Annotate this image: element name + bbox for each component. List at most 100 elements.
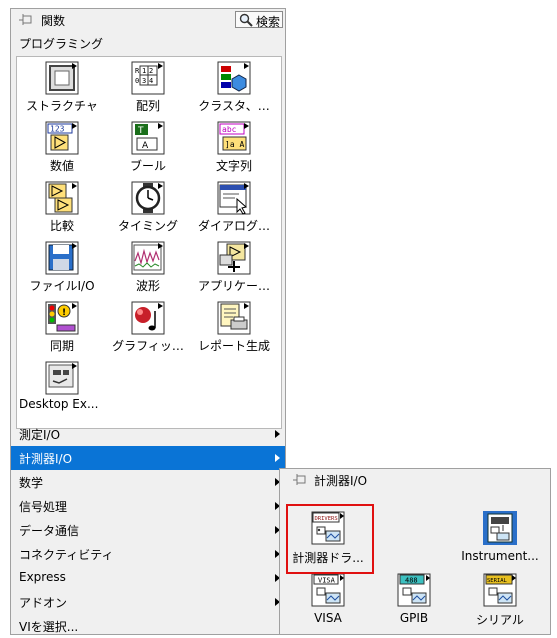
synchronization-icon: ! [45, 301, 79, 335]
svg-text:488: 488 [405, 577, 418, 585]
category-label: 測定I/O [19, 428, 61, 442]
item-label: ブール [129, 159, 166, 173]
pin-icon[interactable] [292, 473, 308, 487]
svg-text:0: 0 [135, 77, 139, 85]
item-label: Desktop Ex... [19, 397, 99, 411]
palette-item-string[interactable]: abc ]a A 文字列 [191, 119, 277, 177]
palette-item-synchronization[interactable]: ! 同期 [19, 299, 105, 357]
subpalette-item-gpib[interactable]: 488 GPIB [371, 571, 457, 631]
palette-item-cluster[interactable]: クラスタ、… [191, 59, 277, 117]
palette-item-application-control[interactable]: アプリケー… [191, 239, 277, 297]
serial-icon: SERIAL [483, 573, 517, 607]
palette-item-structures[interactable]: ストラクチャ [19, 59, 105, 117]
category-select-vi[interactable]: VIを選択... [11, 614, 285, 638]
cluster-icon [217, 61, 251, 95]
programming-icon-grid: ストラクチャ R12340 配列 クラスタ、… 123 数値 TA ブール ab… [16, 56, 282, 429]
palette-item-waveform[interactable]: 波形 [105, 239, 191, 297]
category-label: 信号処理 [19, 500, 68, 514]
item-label: 比較 [49, 219, 74, 233]
svg-text:T: T [137, 126, 144, 136]
submenu-arrow-icon [275, 454, 280, 462]
category-label: VIを選択... [19, 620, 79, 634]
category-mathematics[interactable]: 数学 [11, 470, 285, 494]
palette-item-boolean[interactable]: TA ブール [105, 119, 191, 177]
item-label: 文字列 [215, 159, 252, 173]
item-label: レポート生成 [197, 339, 270, 353]
svg-text:VISA: VISA [318, 577, 336, 585]
item-label: クラスタ、… [198, 99, 270, 113]
application-control-icon [217, 241, 251, 275]
item-label: VISA [314, 611, 342, 625]
string-icon: abc ]a A [217, 121, 251, 155]
item-label: Instrument... [461, 549, 539, 563]
structures-icon [45, 61, 79, 95]
palette-item-report-generation[interactable]: レポート生成 [191, 299, 277, 357]
category-instrument-io[interactable]: 計測器I/O [11, 446, 285, 470]
subpalette-item-visa[interactable]: VISA VISA [285, 571, 371, 631]
item-label: シリアル [476, 613, 524, 627]
category-label: コネクティビティ [19, 548, 114, 562]
svg-text:3: 3 [142, 77, 146, 85]
palette-item-graphics-sound[interactable]: グラフィッ… [105, 299, 191, 357]
category-measurement-io[interactable]: 測定I/O [11, 422, 285, 446]
svg-text:SERIAL: SERIAL [487, 578, 508, 584]
report-generation-icon [217, 301, 251, 335]
category-data-communication[interactable]: データ通信 [11, 518, 285, 542]
svg-text:123: 123 [50, 125, 65, 134]
palette-item-array[interactable]: R12340 配列 [105, 59, 191, 117]
svg-text:A: A [142, 141, 149, 151]
item-label: 波形 [135, 279, 160, 293]
palette-item-file-io[interactable]: ファイルI/O [19, 239, 105, 297]
search-button[interactable]: 検索 [235, 11, 283, 30]
category-programming[interactable]: プログラミング [11, 31, 285, 55]
svg-text:abc: abc [222, 125, 237, 134]
category-connectivity[interactable]: コネクティビティ [11, 542, 285, 566]
search-label: 検索 [256, 15, 281, 29]
item-label: 配列 [135, 99, 160, 113]
svg-text:2: 2 [149, 67, 153, 75]
subpalette-item-serial[interactable]: SERIAL シリアル [457, 571, 543, 631]
file-io-icon [45, 241, 79, 275]
palette-item-comparison[interactable]: 比較 [19, 179, 105, 237]
desktop-execution-icon [45, 361, 79, 395]
category-label: Express [19, 570, 66, 584]
gpib-icon: 488 [397, 573, 431, 607]
selection-highlight [286, 504, 374, 574]
svg-text:]a A: ]a A [225, 140, 244, 149]
svg-text:4: 4 [149, 77, 153, 85]
category-express[interactable]: Express [11, 566, 285, 590]
pin-icon[interactable] [18, 13, 34, 27]
graphics-sound-icon [131, 301, 165, 335]
category-signal-processing[interactable]: 信号処理 [11, 494, 285, 518]
category-label: 数学 [19, 476, 44, 490]
array-icon: R12340 [131, 61, 165, 95]
palette-titlebar: 関数 検索 [11, 9, 285, 31]
category-label: アドオン [19, 596, 68, 610]
palette-item-desktop-execution[interactable]: Desktop Ex... [19, 359, 105, 417]
item-label: ファイルI/O [29, 279, 95, 293]
visa-icon: VISA [311, 573, 345, 607]
instrument-assistant-icon [483, 511, 517, 545]
palette-item-dialog[interactable]: ダイアログ… [191, 179, 277, 237]
subpalette-item-instrument-assistant[interactable]: Instrument... [457, 509, 543, 569]
item-label: ストラクチャ [26, 99, 98, 113]
category-addons[interactable]: アドオン [11, 590, 285, 614]
item-label: タイミング [117, 219, 178, 233]
category-label: データ通信 [19, 524, 80, 538]
numeric-icon: 123 [45, 121, 79, 155]
palette-item-numeric[interactable]: 123 数値 [19, 119, 105, 177]
dialog-icon [217, 181, 251, 215]
svg-text:!: ! [62, 308, 66, 318]
subpalette-title: 計測器I/O [314, 474, 368, 488]
category-label: 計測器I/O [19, 452, 73, 466]
item-label: ダイアログ… [197, 219, 270, 233]
boolean-icon: TA [131, 121, 165, 155]
item-label: GPIB [399, 611, 429, 625]
item-label: 数値 [49, 159, 74, 173]
svg-text:1: 1 [142, 67, 146, 75]
item-label: 同期 [49, 339, 74, 353]
waveform-icon [131, 241, 165, 275]
submenu-arrow-icon [275, 430, 280, 438]
palette-item-timing[interactable]: タイミング [105, 179, 191, 237]
search-icon [239, 13, 253, 30]
